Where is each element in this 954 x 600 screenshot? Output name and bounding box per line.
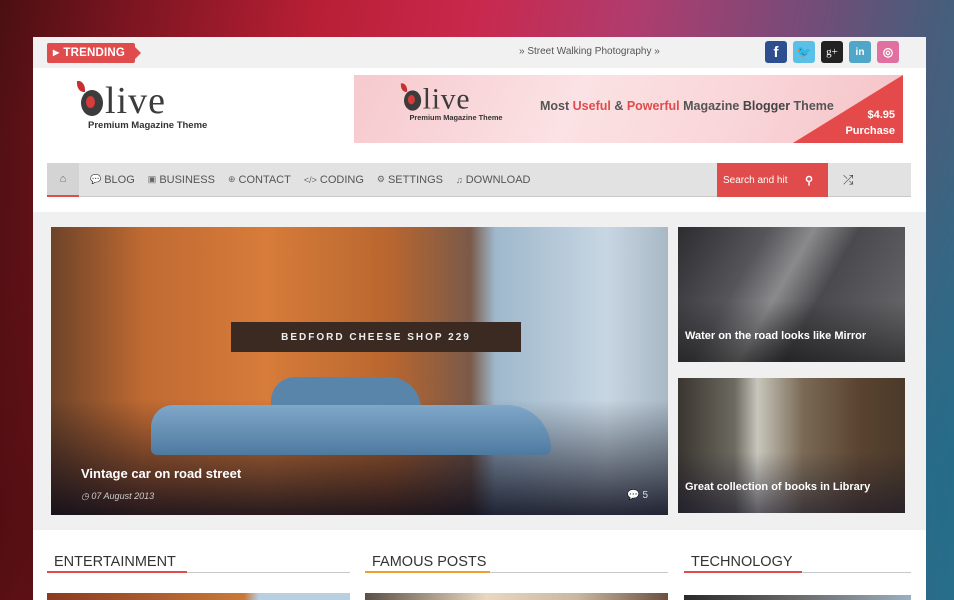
- olive-logo-icon: [400, 83, 422, 111]
- clock-icon: ◷: [81, 491, 89, 501]
- top-bar: ▶ TRENDING » Street Walking Photography …: [33, 37, 926, 68]
- nav-item-settings[interactable]: ⚙ SETTINGS: [377, 174, 443, 186]
- section-thumbnail[interactable]: [47, 593, 350, 600]
- section-thumbnail[interactable]: [365, 593, 668, 600]
- globe-icon: ⊕: [227, 174, 236, 184]
- featured-area: BEDFORD CHEESE SHOP 229 Vintage car on r…: [33, 212, 926, 530]
- site-logo[interactable]: live Premium Magazine Theme: [77, 78, 221, 131]
- nav-item-coding[interactable]: </> CODING: [304, 174, 364, 186]
- featured-date: ◷ 07 August 2013: [81, 491, 154, 502]
- section-accent-line: [684, 571, 802, 573]
- section-title: FAMOUS POSTS: [365, 553, 668, 573]
- banner-logo-text: live: [422, 82, 471, 116]
- logo-tagline: Premium Magazine Theme: [88, 120, 208, 131]
- olive-logo-icon: [77, 81, 103, 116]
- nav-label: DOWNLOAD: [465, 173, 531, 186]
- linkedin-icon[interactable]: in: [849, 41, 871, 63]
- side-post-title[interactable]: Water on the road looks like Mirror: [685, 330, 866, 342]
- main-nav: ⌂ 💬 BLOG ▣ BUSINESS ⊕ CONTACT </> CODING…: [47, 162, 911, 197]
- search-input[interactable]: [723, 174, 799, 186]
- headline-part: &: [610, 99, 627, 113]
- banner-logo: live Premium Magazine Theme: [400, 81, 503, 123]
- section-famous-posts: FAMOUS POSTS: [365, 553, 668, 600]
- section-title-text: FAMOUS POSTS: [372, 554, 487, 570]
- nav-label: CODING: [319, 173, 364, 186]
- nav-item-download[interactable]: ♫ DOWNLOAD: [456, 174, 531, 186]
- money-icon: ▣: [147, 174, 157, 184]
- comments-icon: 💬: [627, 490, 640, 501]
- ticker-link[interactable]: » Street Walking Photography »: [519, 46, 660, 57]
- banner-headline: Most Useful & Powerful Magazine Blogger …: [540, 99, 834, 113]
- section-title: TECHNOLOGY: [684, 553, 911, 573]
- section-title: ENTERTAINMENT: [47, 553, 350, 573]
- twitter-icon[interactable]: 🐦: [793, 41, 815, 63]
- headline-part: Blogger: [742, 99, 791, 113]
- site-container: ▶ TRENDING » Street Walking Photography …: [33, 37, 926, 600]
- side-post-title[interactable]: Great collection of books in Library: [685, 481, 870, 493]
- trending-badge: ▶ TRENDING: [47, 43, 142, 63]
- section-entertainment: ENTERTAINMENT: [47, 553, 350, 600]
- nav-label: BUSINESS: [159, 173, 215, 186]
- dribbble-icon[interactable]: ◎: [877, 41, 899, 63]
- date-text: 07 August 2013: [91, 491, 155, 501]
- headline-highlight: Useful: [572, 99, 611, 113]
- play-icon: ▶: [53, 48, 60, 57]
- header: live Premium Magazine Theme live Premium…: [33, 68, 926, 162]
- price-label: $4.95: [867, 109, 895, 121]
- nav-home[interactable]: ⌂: [47, 162, 79, 197]
- comment-count: 5: [642, 490, 648, 501]
- section-thumbnail[interactable]: [684, 595, 911, 600]
- featured-image-sign: BEDFORD CHEESE SHOP 229: [231, 322, 521, 352]
- comments-icon: 💬: [90, 174, 102, 184]
- section-title-text: ENTERTAINMENT: [54, 554, 176, 570]
- featured-comments[interactable]: 💬 5: [627, 490, 648, 501]
- nav-label: BLOG: [104, 173, 135, 186]
- headline-highlight: Powerful: [626, 99, 680, 113]
- headline-part: Magazine: [679, 99, 743, 113]
- gear-icon: ⚙: [376, 174, 385, 184]
- section-title-text: TECHNOLOGY: [691, 554, 793, 570]
- nav-item-business[interactable]: ▣ BUSINESS: [148, 174, 215, 186]
- search-box: ⚲: [717, 163, 828, 197]
- facebook-icon[interactable]: f: [765, 41, 787, 63]
- nav-item-blog[interactable]: 💬 BLOG: [90, 174, 135, 186]
- purchase-button[interactable]: $4.95 Purchase: [845, 107, 895, 139]
- purchase-label: Purchase: [845, 125, 895, 137]
- side-post[interactable]: Great collection of books in Library: [678, 378, 905, 513]
- featured-title[interactable]: Vintage car on road street: [81, 466, 241, 481]
- home-icon: ⌂: [59, 172, 67, 185]
- section-accent-line: [365, 571, 490, 573]
- nav-label: CONTACT: [238, 173, 291, 186]
- headline-part: Most: [540, 99, 573, 113]
- search-icon[interactable]: ⚲: [805, 174, 813, 187]
- nav-label: SETTINGS: [387, 173, 443, 186]
- headline-part: Theme: [790, 99, 834, 113]
- logo-text: live: [105, 80, 166, 122]
- section-accent-line: [47, 571, 187, 573]
- section-technology: TECHNOLOGY: [684, 553, 911, 600]
- google-plus-icon[interactable]: g+: [821, 41, 843, 63]
- code-icon: </>: [303, 174, 317, 185]
- social-icons: f 🐦 g+ in ◎: [765, 41, 899, 63]
- featured-main-post[interactable]: BEDFORD CHEESE SHOP 229 Vintage car on r…: [51, 227, 668, 515]
- random-post-icon[interactable]: ⤮: [843, 172, 853, 188]
- music-icon: ♫: [455, 174, 463, 185]
- ad-banner[interactable]: live Premium Magazine Theme Most Useful …: [354, 75, 903, 143]
- featured-image-car: [151, 405, 551, 455]
- trending-label: TRENDING: [63, 47, 126, 59]
- banner-logo-tagline: Premium Magazine Theme: [409, 113, 503, 123]
- side-post[interactable]: Water on the road looks like Mirror: [678, 227, 905, 362]
- nav-item-contact[interactable]: ⊕ CONTACT: [228, 174, 291, 186]
